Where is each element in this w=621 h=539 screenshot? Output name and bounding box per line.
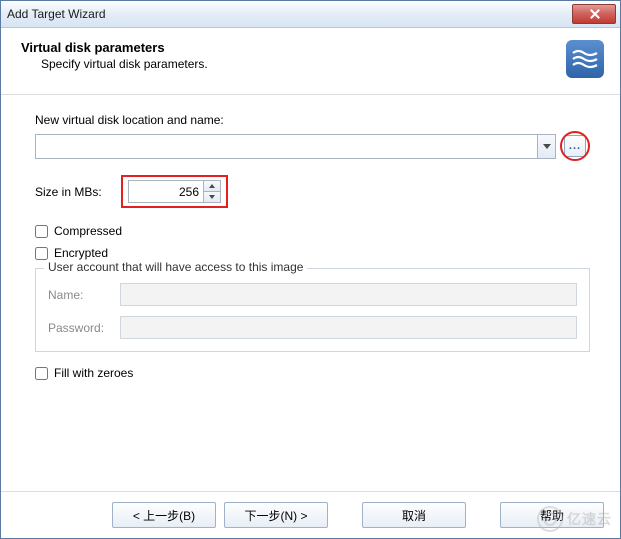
wizard-window: Add Target Wizard Virtual disk parameter… — [0, 0, 621, 539]
size-input[interactable] — [129, 181, 203, 202]
annotation-rectangle — [121, 175, 228, 208]
encrypted-checkbox-row[interactable]: Encrypted — [35, 246, 590, 260]
next-button[interactable]: 下一步(N) > — [224, 502, 328, 528]
location-input[interactable] — [36, 135, 537, 158]
close-button[interactable] — [572, 4, 616, 24]
titlebar: Add Target Wizard — [1, 1, 620, 28]
location-dropdown-button[interactable] — [537, 135, 555, 158]
password-input — [120, 316, 577, 339]
browse-highlight: ... — [560, 131, 590, 161]
annotation-circle — [560, 131, 590, 161]
help-button[interactable]: 帮助 — [500, 502, 604, 528]
wizard-header: Virtual disk parameters Specify virtual … — [1, 28, 620, 95]
location-combobox[interactable] — [35, 134, 556, 159]
location-label: New virtual disk location and name: — [35, 113, 590, 127]
size-label: Size in MBs: — [35, 185, 111, 199]
location-row: ... — [35, 131, 590, 161]
header-text-block: Virtual disk parameters Specify virtual … — [21, 40, 566, 71]
header-subtitle: Specify virtual disk parameters. — [21, 57, 566, 71]
name-row: Name: — [48, 283, 577, 306]
group-title: User account that will have access to th… — [44, 260, 307, 274]
window-title: Add Target Wizard — [7, 7, 106, 21]
fill-zeroes-checkbox-row[interactable]: Fill with zeroes — [35, 366, 590, 380]
password-row: Password: — [48, 316, 577, 339]
user-account-group: User account that will have access to th… — [35, 268, 590, 352]
back-button[interactable]: < 上一步(B) — [112, 502, 216, 528]
name-label: Name: — [48, 288, 120, 302]
wave-icon — [572, 49, 598, 69]
fill-zeroes-label: Fill with zeroes — [54, 366, 133, 380]
spinner-down-button[interactable] — [204, 192, 220, 202]
name-input — [120, 283, 577, 306]
encrypted-label: Encrypted — [54, 246, 108, 260]
encrypted-checkbox[interactable] — [35, 247, 48, 260]
compressed-checkbox[interactable] — [35, 225, 48, 238]
size-row: Size in MBs: — [35, 175, 590, 208]
header-title: Virtual disk parameters — [21, 40, 566, 55]
close-icon — [589, 9, 599, 19]
fill-zeroes-checkbox[interactable] — [35, 367, 48, 380]
brand-icon — [566, 40, 604, 78]
spinner-up-button[interactable] — [204, 181, 220, 192]
cancel-button[interactable]: 取消 — [362, 502, 466, 528]
chevron-down-icon — [543, 144, 551, 149]
chevron-down-icon — [209, 195, 215, 199]
password-label: Password: — [48, 321, 120, 335]
compressed-checkbox-row[interactable]: Compressed — [35, 224, 590, 238]
chevron-up-icon — [209, 184, 215, 188]
wizard-content: New virtual disk location and name: ... … — [1, 95, 620, 380]
compressed-label: Compressed — [54, 224, 122, 238]
wizard-footer: < 上一步(B) 下一步(N) > 取消 帮助 — [1, 491, 620, 538]
spinner-buttons — [203, 181, 220, 202]
size-spinner[interactable] — [128, 180, 221, 203]
